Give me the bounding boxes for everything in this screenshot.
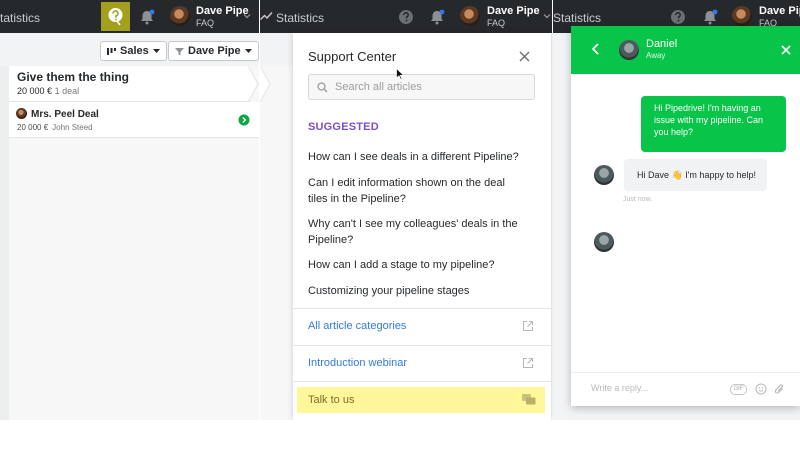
agent-avatar (594, 165, 614, 185)
suggested-article[interactable]: Can I edit information shown on the deal… (308, 175, 523, 207)
deal-title[interactable]: Mrs. Peel Deal (31, 109, 99, 120)
help-icon[interactable] (669, 8, 687, 26)
user-name[interactable]: Dave Pipe (759, 5, 800, 17)
search-icon (317, 82, 328, 93)
user-avatar[interactable] (170, 6, 190, 26)
pipeline-icon (107, 47, 116, 55)
pipeline-left-edge (0, 66, 9, 420)
stage-amount: 20 000 € (17, 86, 53, 96)
suggested-article[interactable]: Why can't I see my colleagues' deals in … (308, 216, 538, 248)
user-avatar[interactable] (732, 6, 752, 26)
nav-statistics-label[interactable]: Statistics (276, 11, 324, 25)
user-company: FAQ (196, 18, 215, 28)
bell-icon[interactable] (138, 8, 156, 26)
close-icon[interactable] (781, 45, 791, 55)
message-timestamp: Just now. (623, 196, 653, 203)
deal-amount: 20 000 € (17, 123, 49, 132)
reply-input[interactable]: Write a reply... (591, 383, 648, 393)
reply-composer[interactable]: Write a reply... GIF (571, 372, 800, 406)
external-link-icon (522, 357, 534, 369)
webinar-link[interactable]: Introduction webinar (308, 357, 407, 369)
top-bar: tatistics Dave Pipe FAQ (0, 0, 259, 33)
deal-details: 20 000 € John Steed (17, 123, 93, 132)
article-search[interactable]: Search all articles (308, 74, 535, 100)
caret-down-icon (244, 48, 252, 53)
user-message-bubble: Hi Pipedrive! I'm having an issue with m… (641, 96, 786, 152)
help-icon[interactable] (397, 8, 415, 26)
stage-title: Give them the thing (17, 70, 130, 84)
help-button[interactable] (101, 2, 130, 31)
nav-statistics-label[interactable]: tatistics (0, 11, 40, 25)
support-center-popover: Support Center Search all articles SUGGE… (293, 33, 551, 420)
divider (293, 345, 551, 346)
lightbulb-icon (108, 8, 123, 26)
trend-icon (260, 12, 273, 20)
next-activity-icon[interactable] (238, 114, 250, 126)
chevron-down-icon[interactable] (543, 12, 551, 20)
bottom-strip (0, 420, 800, 450)
user-name[interactable]: Dave Pipe (196, 5, 249, 17)
pipeline-select[interactable]: Sales (100, 41, 167, 61)
suggested-article[interactable]: How can I add a stage to my pipeline? (308, 257, 538, 273)
nav-statistics-label[interactable]: Statistics (553, 11, 601, 25)
pipeline-panel: tatistics Dave Pipe FAQ Sales Dave Pipe (0, 0, 259, 420)
stage-arrow (248, 66, 259, 102)
chat-window: Daniel Away Hi Pipedrive! I'm having an … (571, 26, 800, 406)
agent-typing-avatar (594, 232, 614, 252)
user-company: FAQ (487, 18, 506, 28)
user-avatar[interactable] (460, 6, 480, 26)
divider (293, 308, 551, 309)
suggested-article[interactable]: Customizing your pipeline stages (308, 283, 538, 299)
deal-person: John Steed (52, 123, 93, 132)
stage-deal-count: 1 deal (54, 86, 80, 96)
chat-icon (522, 394, 536, 405)
talk-to-us-button[interactable]: Talk to us (297, 387, 545, 413)
search-input[interactable]: Search all articles (335, 81, 422, 93)
bell-icon[interactable] (701, 8, 719, 26)
filter-icon (175, 47, 184, 55)
external-link-icon (522, 320, 534, 332)
stage-arrow (260, 66, 271, 102)
deal-avatar (16, 108, 27, 119)
mouse-cursor (396, 68, 404, 80)
all-categories-link[interactable]: All article categories (308, 320, 406, 332)
agent-status: Away (646, 51, 666, 60)
stage-summary: 20 000 € 1 deal (17, 86, 79, 96)
close-icon[interactable] (519, 51, 530, 62)
suggested-article[interactable]: How can I see deals in a different Pipel… (308, 149, 538, 165)
attach-icon[interactable] (774, 383, 785, 396)
caret-down-icon (152, 48, 160, 53)
emoji-icon[interactable] (755, 383, 767, 395)
user-name[interactable]: Dave Pipe (487, 5, 540, 17)
chevron-down-icon[interactable] (243, 12, 251, 20)
filter-label: Dave Pipe (188, 45, 241, 57)
agent-name: Daniel (646, 38, 678, 50)
support-title: Support Center (308, 49, 397, 64)
chat-header: Daniel Away (571, 26, 800, 74)
deal-card[interactable]: Mrs. Peel Deal 20 000 € John Steed (9, 102, 259, 138)
filter-select[interactable]: Dave Pipe (168, 41, 259, 61)
gif-button[interactable]: GIF (730, 384, 747, 395)
back-arrow-icon[interactable] (591, 43, 600, 55)
stage-header: Give them the thing 20 000 € 1 deal (9, 66, 250, 102)
top-bar: Statistics Dave Pipe FAQ (260, 0, 552, 33)
agent-message-bubble: Hi Dave 👋 I'm happy to help! (624, 159, 767, 191)
agent-avatar (619, 40, 639, 60)
suggested-heading: SUGGESTED (308, 121, 379, 133)
bell-icon[interactable] (428, 8, 446, 26)
divider (293, 381, 551, 382)
talk-to-us-label: Talk to us (308, 394, 355, 406)
pipeline-label: Sales (120, 45, 149, 57)
